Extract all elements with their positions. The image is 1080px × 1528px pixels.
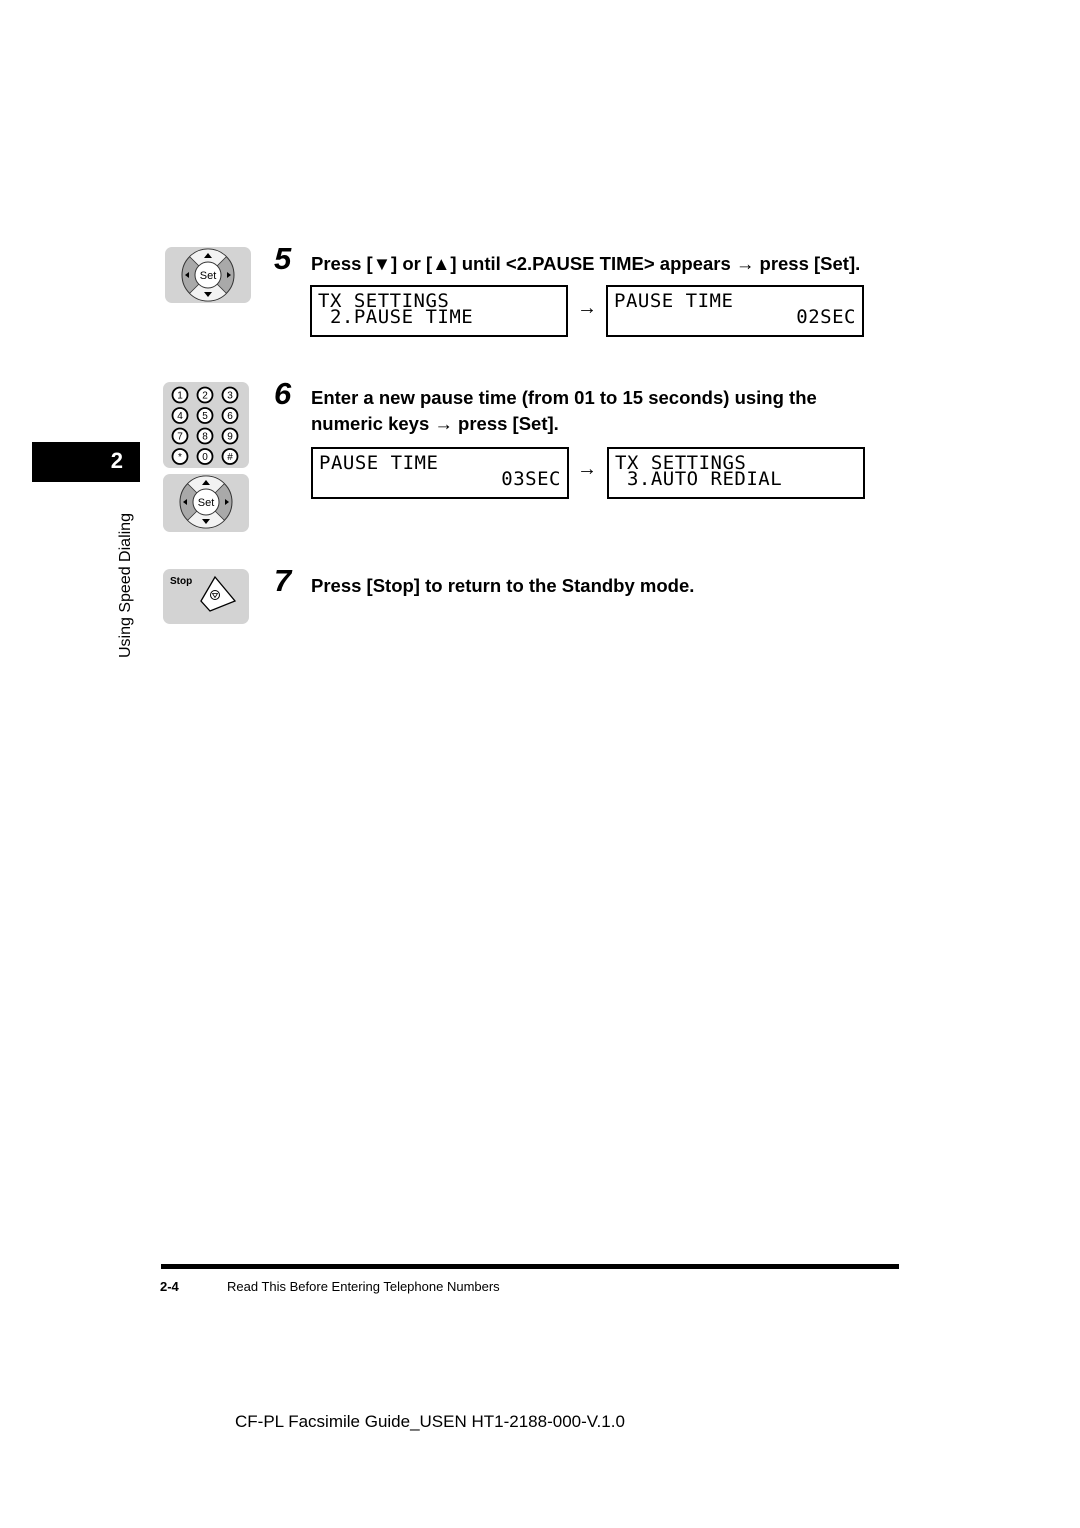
- step-7-instruction: Press [Stop] to return to the Standby mo…: [311, 575, 695, 596]
- numeric-key-1: 1: [171, 386, 189, 404]
- lcd-display-step6-before: PAUSE TIME 03SEC: [311, 447, 569, 499]
- step-6-instruction-line-1: Enter a new pause time (from 01 to 15 se…: [311, 387, 817, 408]
- numeric-key-label: *: [178, 452, 182, 463]
- step-5-instruction: Press [▼] or [▲] until <2.PAUSE TIME> ap…: [311, 253, 861, 274]
- transition-arrow: →: [577, 297, 597, 319]
- step-6-number: 6: [274, 376, 292, 411]
- numeric-key-5: 5: [196, 407, 214, 424]
- lcd-line-2: 2.PAUSE TIME: [318, 306, 474, 328]
- numeric-keypad-panel: 1 2 3 4 5 6 7 8 9 * 0 #: [163, 382, 249, 468]
- numeric-key-3: 3: [221, 386, 239, 404]
- numeric-key-label: 2: [202, 391, 208, 402]
- lcd-line-2: 03SEC: [501, 468, 561, 490]
- set-key-label: Set: [200, 270, 217, 282]
- set-key-label: Set: [198, 497, 215, 509]
- numeric-key-label: 6: [227, 411, 233, 422]
- numeric-key-*: *: [171, 448, 189, 465]
- navigation-keys-icon: Set: [181, 248, 235, 302]
- numeric-key-label: 5: [202, 411, 208, 422]
- lcd-display-step5-before: TX SETTINGS 2.PAUSE TIME: [310, 285, 568, 337]
- numeric-key-label: #: [227, 452, 233, 463]
- numeric-key-label: 8: [202, 432, 208, 443]
- numeric-key-0: 0: [196, 448, 214, 465]
- document-id: CF-PL Facsimile Guide_USEN HT1-2188-000-…: [235, 1412, 625, 1431]
- stop-key-panel: Stop: [163, 569, 249, 624]
- stop-key-label: Stop: [170, 576, 192, 587]
- navigation-keys-icon: Set: [179, 475, 233, 529]
- stop-key-icon: Stop: [170, 575, 237, 612]
- numeric-key-label: 0: [202, 452, 208, 463]
- numeric-key-label: 9: [227, 432, 233, 443]
- numeric-key-6: 6: [221, 407, 239, 424]
- arrow-set-keys-panel: Set: [165, 247, 251, 303]
- numeric-keypad-icon: 1 2 3 4 5 6 7 8 9 * 0 #: [171, 386, 239, 465]
- numeric-key-#: #: [221, 448, 239, 465]
- chapter-title: Using Speed Dialing: [117, 513, 134, 658]
- numeric-key-8: 8: [196, 427, 214, 445]
- chapter-number: 2: [110, 448, 123, 473]
- lcd-line-2: 3.AUTO REDIAL: [615, 468, 783, 490]
- footer-rule: [161, 1264, 899, 1269]
- numeric-key-2: 2: [196, 386, 214, 404]
- arrow-set-keys-panel-step6: Set: [163, 474, 249, 532]
- chapter-tab: 2: [32, 442, 140, 482]
- running-footer-title: Read This Before Entering Telephone Numb…: [227, 1279, 500, 1294]
- numeric-key-9: 9: [221, 427, 239, 445]
- numeric-key-7: 7: [171, 427, 189, 445]
- numeric-key-4: 4: [171, 407, 189, 424]
- numeric-key-label: 4: [177, 411, 183, 422]
- step-6-instruction-line-2: numeric keys → press [Set].: [311, 413, 559, 434]
- lcd-display-step6-after: TX SETTINGS 3.AUTO REDIAL: [607, 447, 865, 499]
- transition-arrow: →: [577, 458, 597, 480]
- step-5-number: 5: [274, 241, 292, 276]
- page-number: 2-4: [160, 1279, 179, 1294]
- lcd-line-2: 02SEC: [796, 306, 856, 328]
- step-7-number: 7: [274, 563, 292, 598]
- numeric-key-label: 3: [227, 391, 233, 402]
- lcd-display-step5-after: PAUSE TIME 02SEC: [606, 285, 864, 337]
- numeric-key-label: 7: [177, 432, 183, 443]
- numeric-key-label: 1: [177, 391, 183, 402]
